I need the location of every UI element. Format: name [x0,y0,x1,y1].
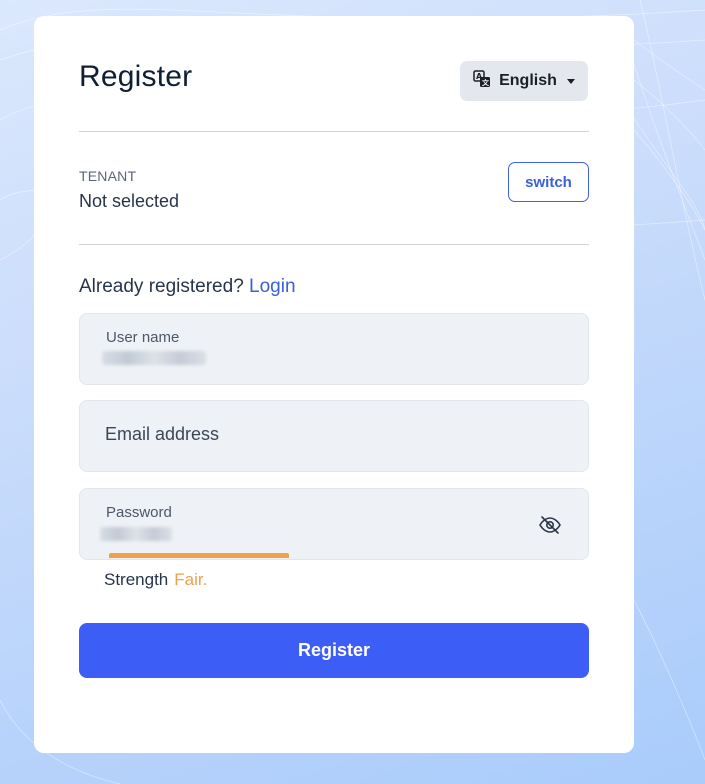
strength-value: Fair. [174,570,208,589]
register-card: Register A 文 English TENANT Not selected… [34,16,634,753]
email-placeholder: Email address [105,424,220,444]
divider [79,244,589,245]
language-dropdown[interactable]: A 文 English [460,61,588,101]
strength-label: Strength [104,570,169,589]
email-field[interactable]: Email address [79,400,589,472]
svg-text:文: 文 [482,78,490,87]
chevron-down-icon [566,78,575,84]
eye-off-icon[interactable] [538,513,562,537]
translate-icon: A 文 [473,69,491,93]
password-strength: Strength Fair. [104,570,207,590]
language-label: English [499,72,557,89]
login-prompt: Already registered? Login [79,276,296,298]
login-link[interactable]: Login [249,276,296,297]
password-field[interactable]: Password [79,488,589,560]
password-value-blurred [100,527,172,541]
tenant-label: TENANT [79,168,137,184]
login-prompt-text: Already registered? [79,276,244,297]
password-strength-bar [109,553,289,558]
username-field[interactable]: User name [79,313,589,385]
switch-tenant-button[interactable]: switch [508,162,589,202]
password-label: Password [106,504,172,521]
username-value-blurred [102,351,206,365]
tenant-value: Not selected [79,191,180,211]
divider [79,131,589,132]
username-label: User name [106,329,180,346]
register-button[interactable]: Register [79,623,589,678]
page-title: Register [79,60,193,93]
